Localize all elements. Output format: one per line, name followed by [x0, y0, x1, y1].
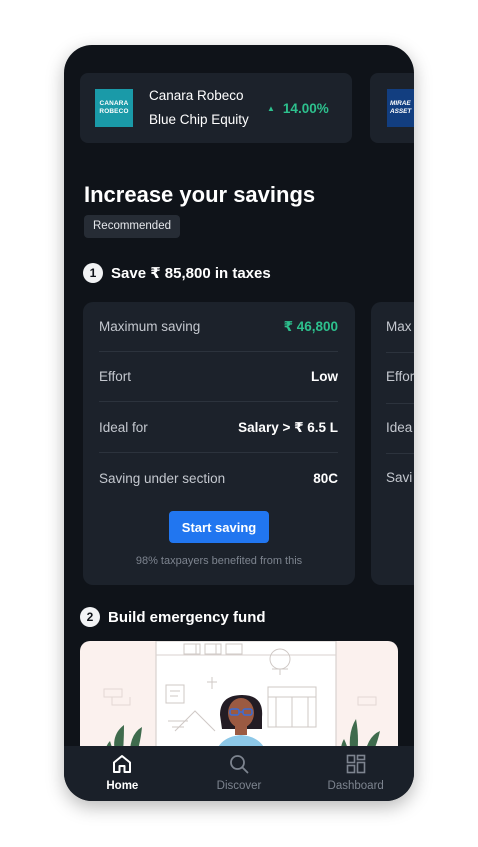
triangle-up-icon: ▲	[267, 103, 275, 113]
step-title: Build emergency fund	[108, 608, 266, 626]
tax-saving-card: Maximum saving ₹ 46,800 Effort Low Ideal…	[83, 302, 355, 585]
emergency-fund-illustration	[103, 641, 380, 761]
detail-label: Ideal for	[99, 420, 148, 435]
detail-value: 80C	[313, 470, 338, 486]
step-heading: 1 Save ₹ 85,800 in taxes	[83, 263, 271, 283]
detail-row: Effort Low	[99, 352, 338, 402]
nav-label: Home	[106, 780, 139, 792]
step-number: 2	[80, 607, 100, 627]
start-saving-button[interactable]: Start saving	[169, 511, 269, 543]
emergency-fund-card[interactable]	[80, 641, 398, 761]
fund-card-next[interactable]: MIRAE ASSET	[370, 73, 414, 143]
step-heading: 2 Build emergency fund	[80, 607, 266, 627]
home-icon	[113, 755, 132, 773]
recommended-badge: Recommended	[84, 215, 180, 238]
canara-robeco-logo: CANARA ROBECO	[95, 89, 133, 127]
nav-label: Discover	[216, 780, 262, 792]
detail-label: Savi	[386, 470, 413, 485]
dashboard-icon	[346, 754, 365, 774]
detail-label: Saving under section	[99, 470, 226, 486]
step-title: Save ₹ 85,800 in taxes	[111, 265, 271, 282]
step-number: 1	[83, 263, 103, 283]
benefit-note: 98% taxpayers benefited from this	[135, 555, 303, 567]
detail-label: Effort	[99, 369, 132, 384]
nav-home[interactable]: Home	[64, 746, 181, 801]
detail-value: ₹ 46,800	[283, 318, 338, 334]
fund-return: ▲ 14.00%	[267, 100, 329, 116]
search-icon	[230, 755, 249, 774]
divider	[386, 403, 414, 404]
detail-value: Salary > ₹ 6.5 L	[238, 419, 338, 435]
divider	[386, 352, 414, 353]
nav-label: Dashboard	[327, 780, 384, 792]
detail-value: Low	[311, 369, 338, 384]
mirae-asset-logo: MIRAE ASSET	[387, 89, 414, 127]
tax-saving-card-next[interactable]: Max Effor Idea Savi	[371, 302, 414, 585]
detail-label: Maximum saving	[99, 319, 201, 334]
detail-row: Ideal for Salary > ₹ 6.5 L	[99, 403, 338, 453]
section-title: Increase your savings	[84, 182, 316, 207]
detail-label: Idea	[386, 420, 413, 435]
nav-dashboard[interactable]: Dashboard	[297, 746, 414, 801]
fund-name: Canara Robeco Blue Chip Equity	[149, 88, 249, 127]
detail-label: Max	[386, 319, 412, 334]
bottom-navigation: Home Discover Dashboard	[64, 746, 414, 801]
detail-row: Saving under section 80C	[99, 453, 338, 503]
divider	[386, 453, 414, 454]
detail-row: Maximum saving ₹ 46,800	[99, 302, 338, 352]
phone-screen: CANARA ROBECO Canara Robeco Blue Chip Eq…	[64, 45, 414, 801]
detail-label: Effor	[386, 369, 414, 384]
nav-discover[interactable]: Discover	[181, 746, 298, 801]
fund-card[interactable]: CANARA ROBECO Canara Robeco Blue Chip Eq…	[80, 73, 352, 143]
